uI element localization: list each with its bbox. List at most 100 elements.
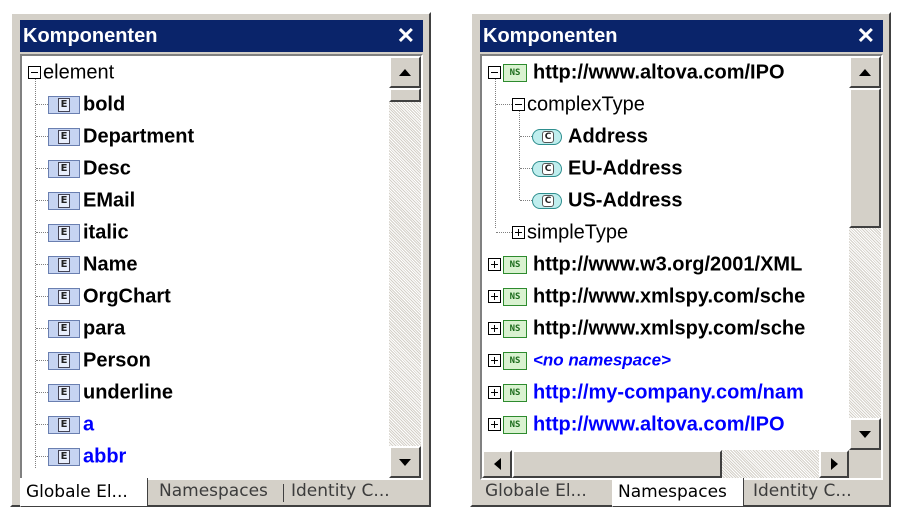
close-icon[interactable]: ✕ — [857, 20, 875, 52]
tree-node-simpletype[interactable]: simpleType — [512, 216, 628, 248]
collapse-icon[interactable] — [28, 66, 41, 80]
scroll-down-button[interactable] — [389, 446, 421, 478]
complex-type-icon: C — [532, 190, 564, 212]
tab-namespaces[interactable]: Namespaces — [612, 478, 744, 507]
tab-namespaces[interactable]: Namespaces — [154, 480, 282, 505]
namespace-item[interactable]: NS http://www.altova.com/IPO — [488, 408, 785, 440]
complex-type-item[interactable]: C US-Address — [532, 184, 682, 216]
element-item[interactable]: Ea — [48, 408, 94, 440]
scroll-thumb-horizontal[interactable] — [512, 450, 722, 478]
element-icon: E — [48, 95, 80, 114]
expand-icon[interactable] — [488, 290, 501, 304]
scroll-down-button[interactable] — [849, 418, 881, 450]
tree-connector — [36, 392, 48, 393]
expand-icon[interactable] — [512, 226, 525, 240]
namespace-item[interactable]: NS http://www.xmlspy.com/sche — [488, 312, 805, 344]
element-icon: E — [48, 447, 80, 466]
tree-connector — [496, 232, 512, 233]
element-item[interactable]: Eabbr — [48, 440, 126, 472]
horizontal-scrollbar[interactable] — [482, 450, 849, 478]
complex-type-icon: C — [532, 158, 564, 180]
scroll-right-button[interactable] — [819, 450, 849, 478]
scroll-thumb[interactable] — [849, 88, 881, 228]
vertical-scrollbar[interactable] — [389, 56, 421, 478]
node-label: complexType — [527, 93, 645, 116]
collapse-icon[interactable] — [512, 98, 525, 112]
element-label: Person — [83, 349, 151, 372]
tab-identity-constraints[interactable]: Identity C... — [748, 480, 886, 505]
element-icon: E — [48, 383, 80, 402]
namespace-label: http://my-company.com/nam — [533, 381, 804, 404]
expand-icon[interactable] — [488, 258, 501, 272]
namespace-item[interactable]: NS http://www.xmlspy.com/sche — [488, 280, 805, 312]
tab-global-elements[interactable]: Globale El... — [480, 480, 608, 505]
components-panel-left: Komponenten ✕ element Ebold E Department… — [10, 12, 431, 507]
tree-node-element[interactable]: element — [28, 56, 114, 88]
element-item[interactable]: E Person — [48, 344, 151, 376]
close-icon[interactable]: ✕ — [397, 20, 415, 52]
tree-connector — [36, 296, 48, 297]
namespace-root[interactable]: NS http://www.altova.com/IPO — [488, 56, 785, 88]
element-item[interactable]: E Department — [48, 120, 194, 152]
vertical-scrollbar[interactable] — [849, 56, 881, 450]
collapse-icon[interactable] — [488, 66, 501, 80]
namespace-item[interactable]: NS http://www.w3.org/2001/XML — [488, 248, 802, 280]
tab-global-elements[interactable]: Globale El... — [20, 478, 148, 507]
namespace-item[interactable]: NS <no namespace> — [488, 344, 671, 376]
element-label: italic — [83, 221, 129, 244]
namespace-label: <no namespace> — [533, 350, 671, 370]
complex-type-label: EU-Address — [568, 157, 683, 180]
scroll-thumb[interactable] — [389, 88, 421, 102]
element-icon: E — [48, 191, 80, 210]
tree-connector — [36, 264, 48, 265]
namespace-label: http://www.xmlspy.com/sche — [533, 317, 806, 340]
expand-icon[interactable] — [488, 418, 501, 432]
complex-type-label: US-Address — [568, 189, 683, 212]
element-item[interactable]: Eitalic — [48, 216, 129, 248]
title-bar: Komponenten ✕ — [480, 20, 883, 52]
element-item[interactable]: Epara — [48, 312, 125, 344]
tree-connector — [520, 168, 532, 169]
namespace-icon: NS — [503, 63, 527, 82]
complex-type-item[interactable]: C EU-Address — [532, 152, 682, 184]
element-icon: E — [48, 159, 80, 178]
namespace-icon: NS — [503, 351, 527, 370]
element-icon: E — [48, 287, 80, 306]
element-item[interactable]: E EMail — [48, 184, 135, 216]
element-item[interactable]: E OrgChart — [48, 280, 171, 312]
scrollbar-corner — [849, 450, 881, 478]
tree-view: element Ebold E Department E Desc E EMail E… — [20, 54, 423, 480]
tree-node-complextype[interactable]: complexType — [512, 88, 645, 120]
expand-icon[interactable] — [488, 386, 501, 400]
complex-type-item[interactable]: C Address — [532, 120, 648, 152]
scroll-left-button[interactable] — [482, 450, 512, 478]
node-label: simpleType — [527, 221, 629, 244]
element-item[interactable]: Ebold — [48, 88, 125, 120]
element-label: EMail — [83, 189, 136, 212]
tree-connector — [36, 328, 48, 329]
namespace-icon: NS — [503, 319, 527, 338]
element-label: OrgChart — [83, 285, 171, 308]
namespace-icon: NS — [503, 287, 527, 306]
tree-connector — [496, 104, 512, 105]
arrow-left-icon — [493, 458, 501, 470]
tree-connector — [36, 360, 48, 361]
namespace-item[interactable]: NS http://my-company.com/nam — [488, 376, 804, 408]
element-item[interactable]: E Desc — [48, 152, 131, 184]
namespace-label: http://www.altova.com/IPO — [533, 413, 785, 436]
element-item[interactable]: Eunderline — [48, 376, 173, 408]
tree-connector — [36, 104, 48, 105]
tree-connector — [520, 136, 532, 137]
expand-icon[interactable] — [488, 322, 501, 336]
tab-identity-constraints[interactable]: Identity C... — [286, 480, 426, 505]
tree-connector — [36, 424, 48, 425]
scroll-up-button[interactable] — [849, 56, 881, 88]
element-item[interactable]: E Name — [48, 248, 137, 280]
scroll-up-button[interactable] — [389, 56, 421, 88]
tab-strip: Globale El... Namespaces Identity C... — [480, 478, 886, 507]
panel-title: Komponenten — [23, 25, 158, 47]
namespace-label: http://www.xmlspy.com/sche — [533, 285, 806, 308]
tree-connector — [519, 110, 520, 200]
expand-icon[interactable] — [488, 354, 501, 368]
tree-connector — [36, 200, 48, 201]
